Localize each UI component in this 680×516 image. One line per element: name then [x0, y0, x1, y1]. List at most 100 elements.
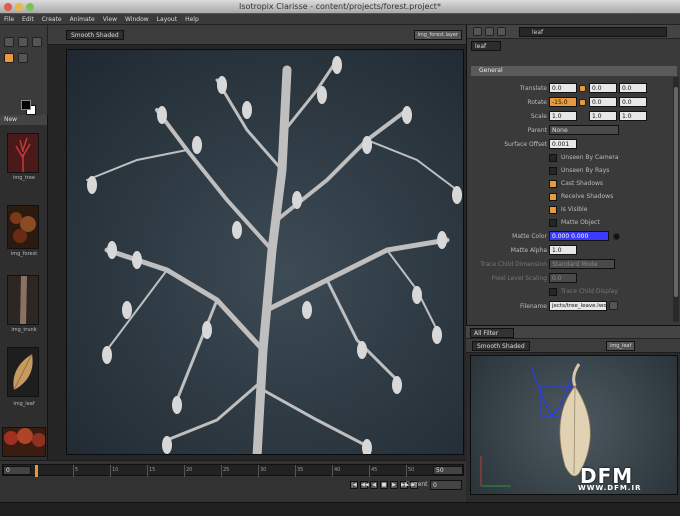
rotate-label: Rotate [527, 99, 547, 106]
rotate-x-key-icon[interactable] [579, 99, 586, 106]
back-arrow-icon[interactable] [485, 27, 494, 36]
menu-edit[interactable]: Edit [22, 16, 34, 23]
is-visible-label: Is Visible [561, 206, 588, 213]
tree-thumbnail-icon [15, 137, 31, 172]
is-visible-checkbox[interactable] [549, 206, 557, 214]
asset-label-img-trunk: img_trunk [11, 327, 37, 333]
asset-thumb-img-trunk[interactable] [7, 275, 39, 325]
matte-color-field[interactable]: 0.000 0.000 [549, 231, 609, 241]
asset-label-img-forest: img_forest [10, 251, 38, 257]
parent-label: Parent [527, 127, 547, 134]
new-asset-header[interactable]: New [0, 115, 47, 125]
tab-leaf[interactable]: leaf [471, 41, 501, 51]
asset-thumb-img-leaf[interactable] [7, 347, 39, 397]
mini-viewport-image-tag[interactable]: img_leaf [606, 341, 636, 351]
scale-y-field[interactable]: 1.0 [589, 111, 617, 121]
matte-alpha-field[interactable]: 1.0 [549, 245, 577, 255]
tick-label: 40 [334, 467, 341, 473]
menu-help[interactable]: Help [185, 16, 199, 23]
unseen-by-camera-checkbox[interactable] [549, 154, 557, 162]
parent-dropdown[interactable]: None [549, 125, 619, 135]
translate-x-field[interactable]: 0.0 [549, 83, 577, 93]
foreground-color-swatch[interactable] [21, 100, 31, 110]
asset-thumb-img-tree[interactable] [7, 133, 39, 173]
rotate-y-field[interactable]: 0.0 [589, 97, 617, 107]
timeline-start-field[interactable]: 0 [3, 466, 31, 475]
mini-viewport-shading-dropdown[interactable]: Smooth Shaded [472, 341, 530, 351]
step-back-icon[interactable]: ◀◀ [360, 481, 369, 489]
leaf-preview-viewport[interactable] [470, 355, 678, 495]
trace-child-display-label: Trace Child Display [561, 288, 618, 295]
unseen-by-rays-checkbox[interactable] [549, 167, 557, 175]
viewport-image-tag[interactable]: img_forest.layer [413, 30, 462, 40]
cast-shadows-checkbox[interactable] [549, 180, 557, 188]
dfm-url: WWW.DFM.IR [578, 484, 642, 492]
filter-dropdown[interactable]: All Filter [470, 328, 514, 338]
scale-x-field[interactable]: 1.0 [549, 111, 577, 121]
rotate-x-field[interactable]: -15.0 [549, 97, 577, 107]
attribute-toolbar: leaf [467, 25, 680, 39]
color-picker-icon[interactable] [613, 233, 620, 240]
select-tool-icon[interactable] [4, 37, 14, 47]
timeline-ruler[interactable]: 0 5 10 15 20 25 30 35 40 45 50 50 [2, 464, 464, 477]
tick-label: 10 [112, 467, 119, 473]
trace-child-dimension-dropdown[interactable]: Standard Mode [549, 259, 615, 269]
matte-color-g: 0.000 [571, 233, 589, 240]
translate-x-key-icon[interactable] [579, 85, 586, 92]
stop-icon[interactable]: ■ [380, 481, 388, 489]
scale-z-field[interactable]: 1.0 [619, 111, 647, 121]
viewport-shading-dropdown[interactable]: Smooth Shaded [66, 30, 124, 40]
translate-y-field[interactable]: 0.0 [589, 83, 617, 93]
rotate-z-field[interactable]: 0.0 [619, 97, 647, 107]
menu-layout[interactable]: Layout [157, 16, 177, 23]
pixel-level-scaling-field[interactable]: 0.0 [549, 273, 577, 283]
mini-viewport-header: Smooth Shaded img_leaf [466, 339, 680, 353]
trace-child-display-checkbox[interactable] [549, 288, 557, 296]
tick-label: 35 [297, 467, 304, 473]
menu-animate[interactable]: Animate [70, 16, 95, 23]
forward-arrow-icon[interactable] [497, 27, 506, 36]
leaf-preview-render [480, 360, 591, 487]
settings-icon[interactable] [473, 27, 482, 36]
menu-create[interactable]: Create [42, 16, 62, 23]
timeline-panel: 0 5 10 15 20 25 30 35 40 45 50 50 |◀ ◀◀ … [0, 460, 466, 502]
tool-palette [0, 25, 48, 115]
current-frame-field[interactable]: 0 [430, 480, 462, 490]
timeline-end-field[interactable]: 50 [433, 466, 463, 475]
asset-thumb-forest-strip[interactable] [2, 427, 46, 457]
play-icon[interactable]: ▶ [390, 481, 398, 489]
filter-bar: All Filter [466, 325, 680, 339]
asset-label-img-leaf: img_leaf [13, 401, 35, 407]
menu-view[interactable]: View [103, 16, 117, 23]
move-tool-icon[interactable] [18, 37, 28, 47]
filename-field[interactable]: jects/tree_leave.lwo [549, 301, 607, 311]
translate-z-field[interactable]: 0.0 [619, 83, 647, 93]
surface-offset-field[interactable]: 0.001 [549, 139, 577, 149]
3d-viewport[interactable] [66, 49, 464, 455]
window-titlebar: Isotropix Clarisse - content/projects/fo… [0, 0, 680, 14]
attribute-search-input[interactable]: leaf [519, 27, 667, 37]
matte-object-checkbox[interactable] [549, 219, 557, 227]
cast-shadows-label: Cast Shadows [561, 180, 604, 187]
matte-alpha-label: Matte Alpha [510, 247, 547, 254]
brush-tool-icon[interactable] [4, 53, 14, 63]
section-general[interactable]: General [471, 66, 677, 76]
rotate-tool-icon[interactable] [32, 37, 42, 47]
go-start-icon[interactable]: |◀ [350, 481, 358, 489]
browse-folder-icon[interactable] [609, 301, 618, 310]
surface-offset-label: Surface Offset [504, 141, 547, 148]
tick-label: 50 [408, 467, 415, 473]
viewport-header: Smooth Shaded img_forest.layer [48, 25, 466, 45]
eyedropper-tool-icon[interactable] [18, 53, 28, 63]
current-frame-label: Current [405, 481, 428, 488]
asset-label-img-tree: img_tree [13, 175, 35, 181]
attribute-scrollbar[interactable] [673, 77, 679, 322]
menu-window[interactable]: Window [125, 16, 149, 23]
trunk-thumbnail-icon [20, 276, 27, 324]
play-back-icon[interactable]: ◀ [370, 481, 378, 489]
timeline-playhead[interactable] [35, 465, 38, 477]
receive-shadows-checkbox[interactable] [549, 193, 557, 201]
asset-thumb-img-forest[interactable] [7, 205, 39, 249]
tick-label: 25 [223, 467, 230, 473]
menu-file[interactable]: File [4, 16, 14, 23]
